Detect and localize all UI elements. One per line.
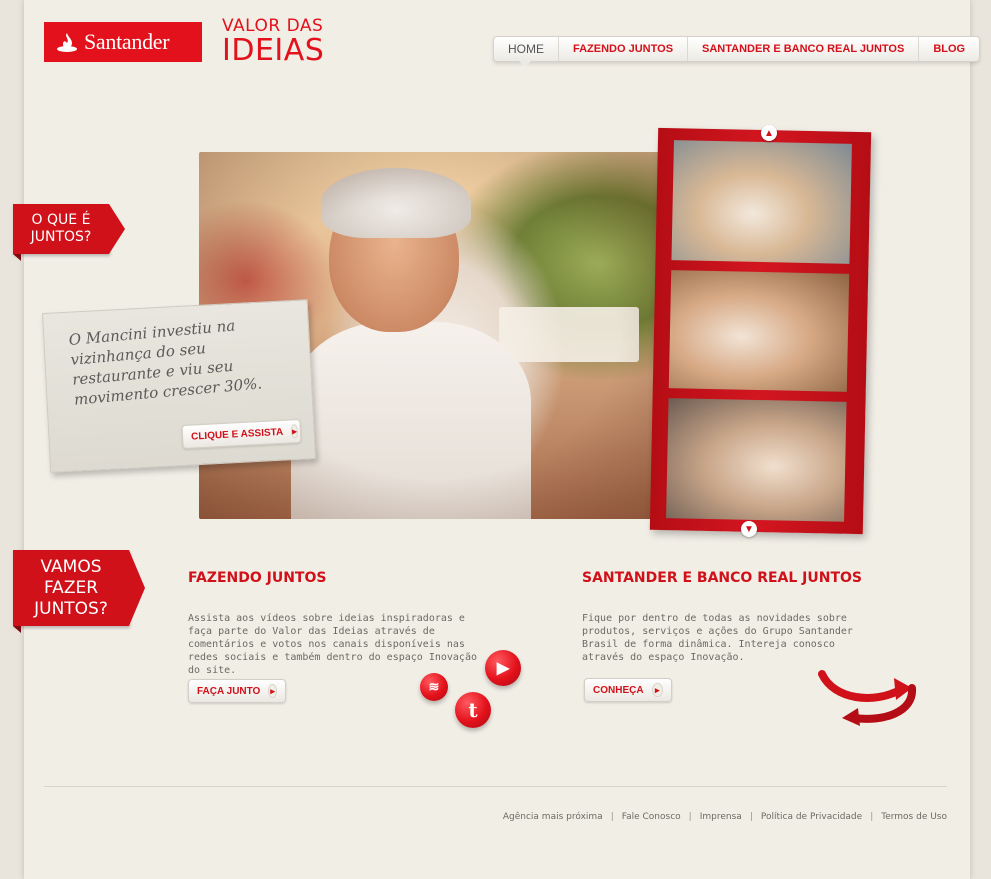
footer-links: Agência mais próxima | Fale Conosco | Im…	[495, 812, 947, 822]
chevron-right-icon: ▸	[290, 424, 299, 439]
film-frame-2[interactable]	[668, 270, 850, 392]
play-icon[interactable]: ▶	[485, 650, 521, 686]
main-nav: HOME FAZENDO JUNTOS SANTANDER E BANCO RE…	[493, 36, 981, 62]
ribbon-o-que-e-juntos[interactable]: O QUE É JUNTOS?	[13, 204, 125, 254]
twitter-icon[interactable]: t	[455, 692, 491, 728]
nav-santander-banco-real[interactable]: SANTANDER E BANCO REAL JUNTOS	[687, 37, 918, 61]
chevron-right-icon: ▸	[651, 683, 663, 697]
swirl-arrows-icon	[818, 670, 917, 726]
footer-link-agencia[interactable]: Agência mais próxima	[495, 812, 611, 822]
nav-home[interactable]: HOME	[494, 37, 558, 61]
nav-fazendo-juntos[interactable]: FAZENDO JUNTOS	[558, 37, 687, 61]
section-title-santander-banco-real[interactable]: SANTANDER E BANCO REAL JUNTOS	[582, 570, 862, 586]
film-frame-3[interactable]	[666, 398, 847, 522]
conheca-label: CONHEÇA	[593, 684, 644, 696]
conheca-button[interactable]: CONHEÇA ▸	[584, 678, 672, 702]
footer-link-imprensa[interactable]: Imprensa	[692, 812, 750, 822]
chevron-right-icon: ▸	[268, 684, 277, 698]
film-frame-1[interactable]	[671, 140, 852, 264]
tagline: VALOR DAS IDEIAS	[222, 18, 324, 66]
faca-junto-label: FAÇA JUNTO	[197, 685, 261, 697]
ribbon-fold	[13, 626, 21, 633]
footer-link-privacidade[interactable]: Política de Privacidade	[753, 812, 870, 822]
flame-icon	[57, 33, 77, 52]
santander-logo[interactable]: Santander	[44, 22, 202, 62]
tagline-line2: IDEIAS	[222, 33, 325, 68]
faca-junto-button[interactable]: FAÇA JUNTO ▸	[188, 679, 286, 703]
ribbon-vamos-fazer-juntos[interactable]: VAMOS FAZER JUNTOS?	[13, 550, 145, 626]
clique-e-assista-label: CLIQUE E ASSISTA	[190, 426, 284, 443]
footer-link-fale-conosco[interactable]: Fale Conosco	[614, 812, 689, 822]
film-strip	[649, 127, 872, 535]
ribbon2-line2: FAZER	[43, 577, 99, 598]
ribbon1-line1: O QUE É	[31, 212, 91, 228]
footer-divider	[44, 786, 947, 787]
chevron-up-icon[interactable]: ▲	[761, 125, 777, 141]
ribbon1-line2: JUNTOS?	[30, 229, 92, 245]
section-title-fazendo-juntos[interactable]: FAZENDO JUNTOS	[188, 570, 326, 586]
nav-blog[interactable]: BLOG	[918, 37, 979, 61]
rss-icon[interactable]: ≋	[420, 673, 448, 701]
nav-active-pointer	[519, 61, 531, 67]
footer-link-termos[interactable]: Termos de Uso	[873, 812, 947, 822]
section-body-santander-banco-real: Fique por dentro de todas as novidades s…	[582, 613, 853, 663]
section-body-fazendo-juntos: Assista aos vídeos sobre ideias inspirad…	[188, 613, 477, 676]
ribbon-fold	[13, 254, 21, 261]
ribbon2-line3: JUNTOS?	[34, 598, 108, 619]
ribbon2-line1: VAMOS	[40, 556, 102, 577]
chevron-down-icon[interactable]: ▼	[741, 521, 757, 537]
logo-text: Santander	[84, 29, 170, 54]
